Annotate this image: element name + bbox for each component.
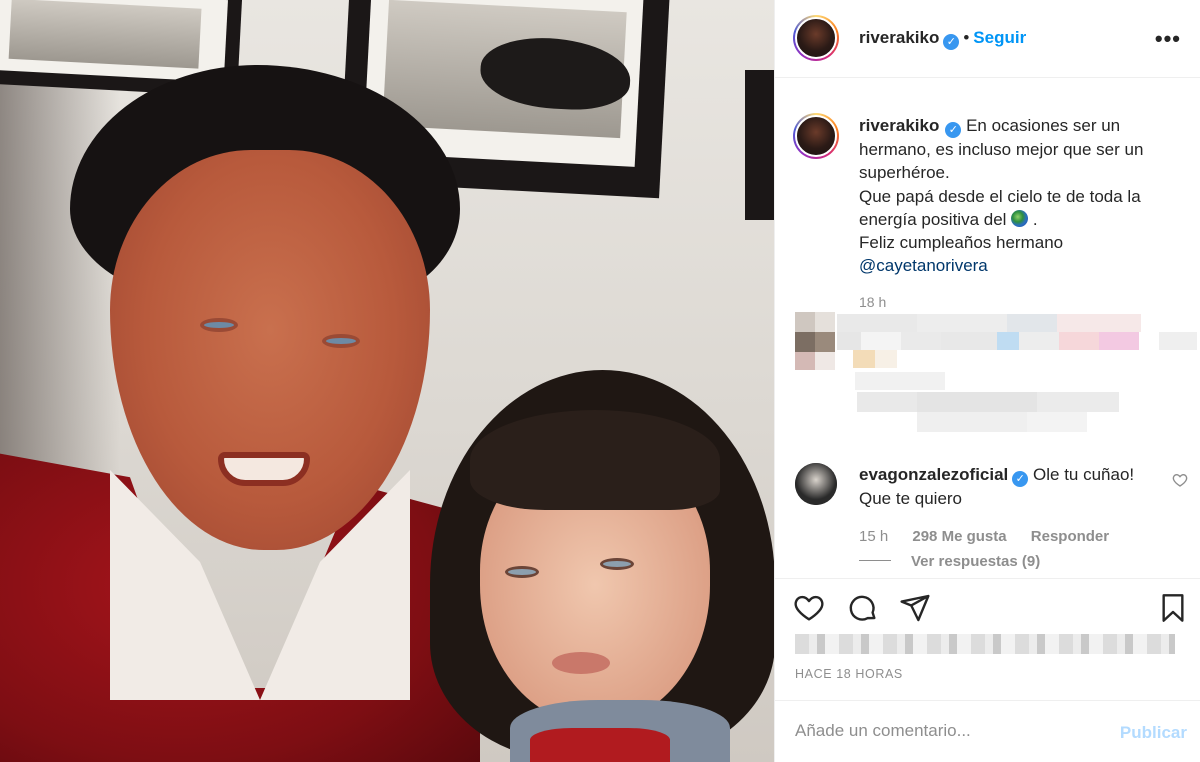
comment-icon[interactable] bbox=[847, 592, 879, 624]
header-user-line: riverakiko ✓ • Seguir bbox=[859, 28, 1026, 50]
commenter-username[interactable]: evagonzalezoficial bbox=[859, 465, 1008, 484]
caption-period: . bbox=[1032, 209, 1038, 229]
publish-button[interactable]: Publicar bbox=[1120, 723, 1187, 743]
man-smile bbox=[218, 452, 310, 486]
reply-button[interactable]: Responder bbox=[1031, 528, 1109, 545]
comment-timestamp: 15 h bbox=[859, 528, 889, 545]
caption-timestamp: 18 h bbox=[859, 294, 887, 310]
verified-badge-icon: ✓ bbox=[943, 34, 960, 50]
comment-meta: 15 h 298 Me gusta Responder bbox=[859, 528, 1129, 545]
comment-likes-count[interactable]: 298 Me gusta bbox=[912, 528, 1006, 545]
heart-icon[interactable] bbox=[793, 592, 825, 624]
man-right-eye bbox=[322, 334, 360, 348]
caption-mention-link[interactable]: @cayetanorivera bbox=[859, 256, 988, 275]
comment-text-block: evagonzalezoficial ✓ Ole tu cuñao! Que te… bbox=[859, 463, 1159, 510]
view-replies-label: Ver respuestas (9) bbox=[911, 553, 1041, 570]
posted-time: HACE 18 HORAS bbox=[795, 667, 903, 681]
paper-plane-icon[interactable] bbox=[899, 592, 931, 624]
bookmark-icon[interactable] bbox=[1157, 592, 1189, 624]
replies-divider-line bbox=[859, 560, 891, 561]
comment-like-heart-icon[interactable] bbox=[1172, 472, 1188, 488]
caption-line-2: Que papá desde el cielo te de toda la en… bbox=[859, 186, 1141, 229]
separator-dot: • bbox=[963, 28, 970, 47]
comment-bar: Publicar bbox=[775, 700, 1200, 762]
child-right-eye bbox=[600, 558, 634, 570]
verified-badge-icon: ✓ bbox=[1012, 471, 1029, 487]
globe-emoji-icon bbox=[1011, 209, 1029, 227]
comment-input[interactable] bbox=[795, 721, 1095, 741]
author-username[interactable]: riverakiko bbox=[859, 28, 939, 47]
view-replies-button[interactable]: Ver respuestas (9) bbox=[859, 553, 1040, 570]
caption-line-3: Feliz cumpleaños hermano bbox=[859, 233, 1064, 253]
post-photo[interactable] bbox=[0, 0, 774, 762]
post-side-panel: riverakiko ✓ • Seguir ••• riverakiko ✓ En oc… bbox=[774, 0, 1200, 762]
child-bangs bbox=[470, 410, 720, 510]
post-caption: riverakiko ✓ En ocasiones ser un hermano,… bbox=[859, 114, 1189, 278]
framed-picture-right bbox=[745, 70, 774, 220]
man-face bbox=[110, 150, 430, 550]
caption-username[interactable]: riverakiko bbox=[859, 116, 939, 135]
follow-button[interactable]: Seguir bbox=[973, 28, 1026, 47]
caption-author-avatar[interactable] bbox=[793, 113, 839, 159]
child-left-eye bbox=[505, 566, 539, 578]
more-options-icon[interactable]: ••• bbox=[1155, 26, 1181, 52]
child-red-shirt bbox=[530, 728, 670, 762]
child-mouth bbox=[552, 652, 610, 674]
commenter-avatar[interactable] bbox=[795, 463, 837, 505]
verified-badge-icon: ✓ bbox=[945, 122, 962, 138]
post-header: riverakiko ✓ • Seguir ••• bbox=[775, 0, 1200, 78]
author-avatar[interactable] bbox=[793, 15, 839, 61]
man-left-eye bbox=[200, 318, 238, 332]
actions-divider bbox=[775, 578, 1200, 579]
